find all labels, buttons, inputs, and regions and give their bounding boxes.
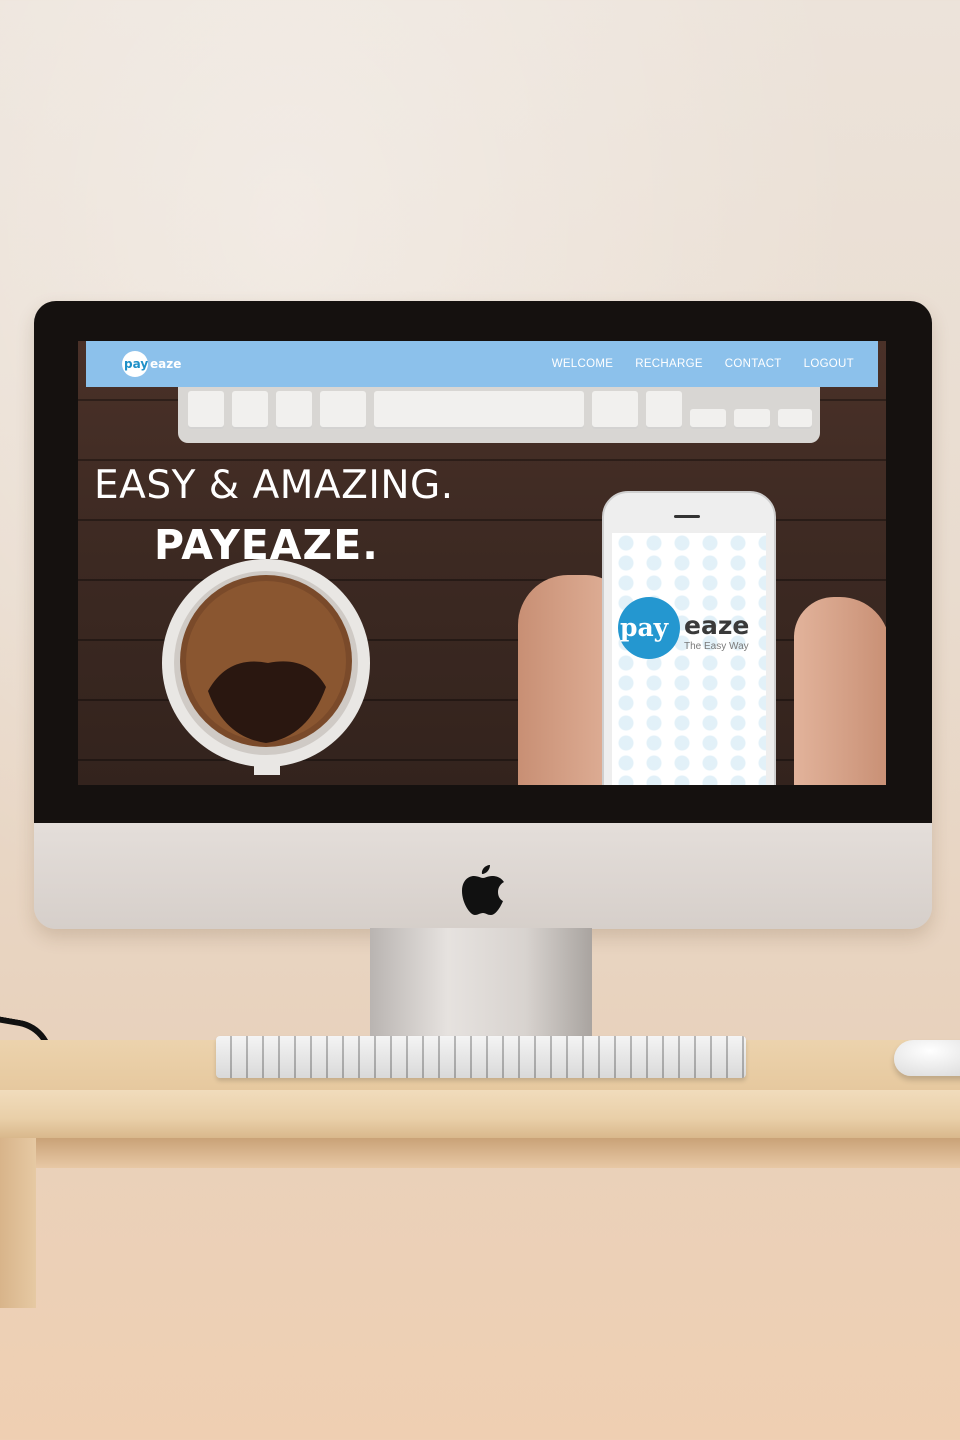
nav-recharge[interactable]: RECHARGE [635,358,703,370]
hero-headline: EASY & AMAZING. [94,463,454,508]
desk-underside [0,1138,960,1168]
desk-keyboard [216,1036,746,1078]
desk-edge [0,1090,960,1138]
website-screen: pay eaze WELCOME RECHARGE CONTACT LOGOUT… [78,341,886,785]
hero-key [646,391,682,429]
apple-logo-icon [462,865,504,915]
nav-contact[interactable]: CONTACT [725,358,782,370]
phone-speaker [674,515,700,518]
hero-key [188,391,224,429]
logo-eaze-text: eaze [150,357,182,371]
imac-monitor: pay eaze WELCOME RECHARGE CONTACT LOGOUT… [34,301,932,929]
right-hand-image [794,597,886,785]
app-tagline: The Easy Way [684,641,749,652]
app-logo-eaze: eaze [684,611,750,640]
desk-leg [0,1138,36,1308]
desk-mouse [894,1040,960,1076]
smartphone-image: pay eaze The Easy Way [602,491,776,785]
payeaze-logo[interactable]: pay eaze [122,351,184,377]
monitor-bezel: pay eaze WELCOME RECHARGE CONTACT LOGOUT… [34,301,932,823]
hero-key [320,391,366,429]
coffee-cup-image [162,559,370,775]
monitor-stand [370,928,592,1038]
monitor-chin [34,823,932,929]
nav-welcome[interactable]: WELCOME [552,358,614,370]
phone-screen: pay eaze The Easy Way [612,533,766,785]
hero-keyboard-image [178,385,820,443]
hero-arrow-key [690,409,726,429]
nav-links: WELCOME RECHARGE CONTACT LOGOUT [552,341,854,387]
app-logo-pay: pay [620,613,669,642]
site-navbar: pay eaze WELCOME RECHARGE CONTACT LOGOUT [86,341,878,387]
logo-pay-text: pay [124,357,149,371]
hero-arrow-key [734,409,770,429]
hero-key [276,391,312,429]
hero-spacebar [374,391,584,429]
hero-key [232,391,268,429]
nav-logout[interactable]: LOGOUT [804,358,854,370]
hero-arrow-key [778,409,812,429]
hero-key [592,391,638,429]
